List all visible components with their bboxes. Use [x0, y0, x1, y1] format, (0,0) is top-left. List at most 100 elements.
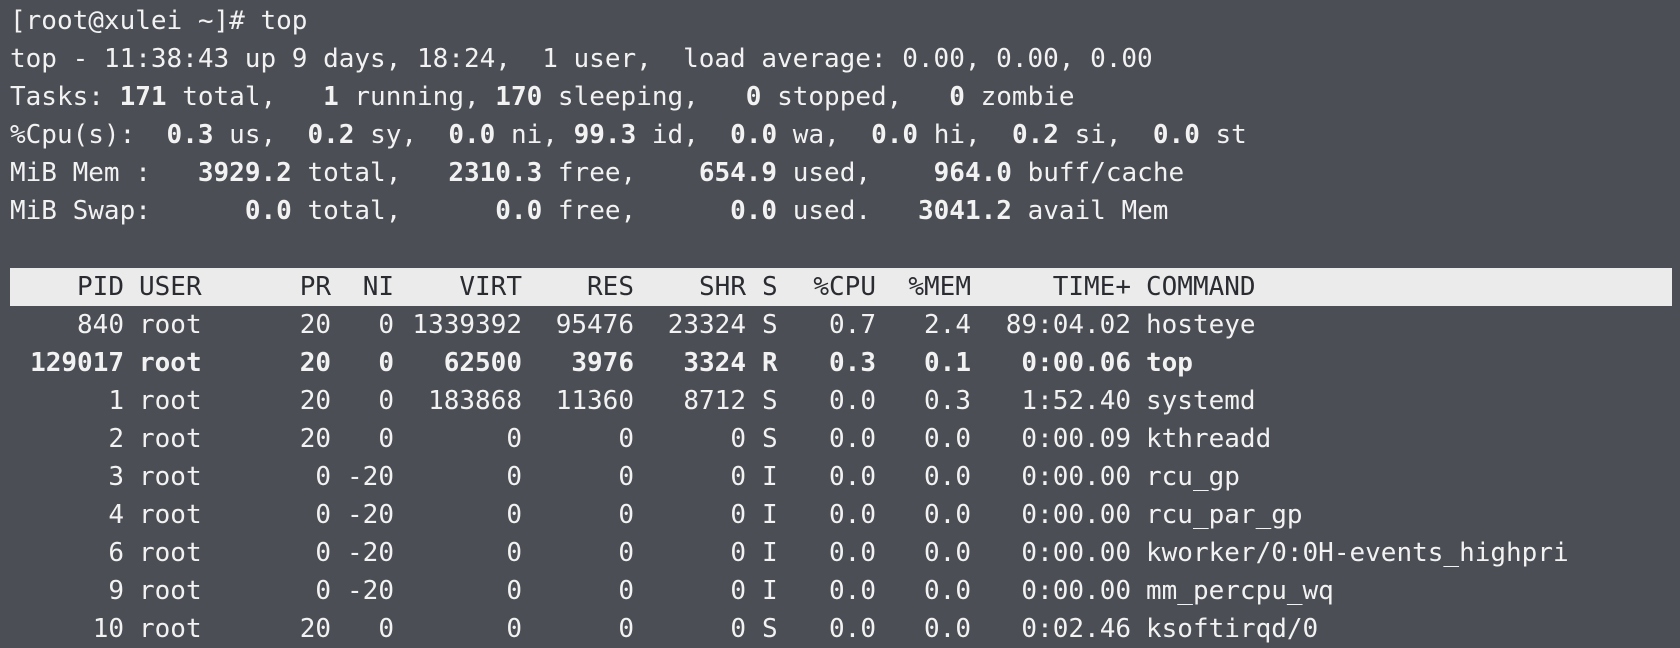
cell-res: 0 [618, 614, 634, 644]
column-header-mem: %MEM [908, 272, 971, 302]
cell-res: 11360 [555, 386, 634, 416]
tasks-total: 171 [119, 82, 167, 112]
swap-free-label: free, [557, 196, 637, 226]
cell-state: I [762, 500, 778, 530]
cell-pid: 2 [108, 424, 124, 454]
swap-total: 0.0 [244, 196, 292, 226]
tasks-total-label: total, [182, 82, 277, 112]
cell-ni: 0 [378, 424, 394, 454]
cell-res: 0 [618, 538, 634, 568]
mem-buff-label: buff/cache [1027, 158, 1185, 188]
column-header-user: USER [139, 272, 202, 302]
cell-res: 0 [618, 576, 634, 606]
cell-ni: -20 [347, 462, 394, 492]
cell-shr: 0 [730, 576, 746, 606]
cell-mem: 0.0 [924, 500, 971, 530]
cell-state: I [762, 538, 778, 568]
column-header-command: COMMAND [1146, 272, 1256, 302]
cell-state: I [762, 462, 778, 492]
tasks-zombie-label: zombie [980, 82, 1075, 112]
cell-shr: 0 [730, 614, 746, 644]
column-header-pr: PR [299, 272, 331, 302]
cpu-label: %Cpu(s): [10, 120, 136, 150]
cell-virt: 0 [506, 462, 522, 492]
cell-user: root [139, 538, 202, 568]
cell-ni: 0 [378, 386, 394, 416]
table-row[interactable]: 1 root 20 0 183868 11360 8712 S 0.0 0.3 1:52.40 sys… [0, 382, 1680, 420]
cell-shr: 0 [730, 462, 746, 492]
cell-mem: 0.0 [924, 576, 971, 606]
cell-virt: 1339392 [412, 310, 522, 340]
cell-command: systemd [1146, 386, 1256, 416]
cell-command: rcu_gp [1146, 462, 1240, 492]
cell-time: 0:00.06 [1021, 348, 1131, 378]
cell-state: I [762, 576, 778, 606]
cell-shr: 8712 [683, 386, 746, 416]
cell-virt: 0 [506, 424, 522, 454]
terminal-window[interactable]: [root@xulei ~]# top top - 11:38:43 up 9 … [0, 0, 1680, 644]
cell-ni: -20 [347, 576, 394, 606]
cell-pr: 20 [299, 386, 331, 416]
cell-state: S [762, 310, 778, 340]
cell-ni: 0 [378, 348, 394, 378]
cell-shr: 0 [730, 500, 746, 530]
column-header-res: RES [587, 272, 634, 302]
mem-used-label: used, [792, 158, 872, 188]
cell-mem: 0.0 [924, 538, 971, 568]
cell-user: root [139, 310, 202, 340]
cell-res: 3976 [571, 348, 634, 378]
swap-total-label: total, [307, 196, 402, 226]
swap-label: MiB Swap: [10, 196, 151, 226]
table-row[interactable]: 9 root 0 -20 0 0 0 I 0.0 0.0 0:00.00 mm_percpu_wq [0, 572, 1680, 610]
cell-user: root [139, 348, 202, 378]
cell-shr: 3324 [683, 348, 746, 378]
cpu-sy: 0.2 [307, 120, 355, 150]
table-row[interactable]: 6 root 0 -20 0 0 0 I 0.0 0.0 0:00.00 kworker/0:0H-e… [0, 534, 1680, 572]
cell-state: S [762, 614, 778, 644]
swap-avail-label: avail Mem [1027, 196, 1169, 226]
cell-command: hosteye [1146, 310, 1256, 340]
cell-pid: 9 [108, 576, 124, 606]
table-row[interactable]: 3 root 0 -20 0 0 0 I 0.0 0.0 0:00.00 rcu_gp [0, 458, 1680, 496]
cell-cpu: 0.0 [829, 424, 876, 454]
cell-res: 0 [618, 500, 634, 530]
cpu-si-label: si, [1074, 120, 1122, 150]
column-header-virt: VIRT [459, 272, 522, 302]
cell-pr: 0 [315, 462, 331, 492]
mem-free-label: free, [557, 158, 637, 188]
table-row[interactable]: 4 root 0 -20 0 0 0 I 0.0 0.0 0:00.00 rcu_par_gp [0, 496, 1680, 534]
tasks-running-label: running, [354, 82, 480, 112]
cell-pr: 0 [315, 500, 331, 530]
uptime-line: top - 11:38:43 up 9 days, 18:24, 1 user,… [10, 44, 1153, 74]
column-header-ni: NI [362, 272, 394, 302]
cell-user: root [139, 386, 202, 416]
table-row[interactable]: 840 root 20 0 1339392 95476 23324 S 0.7 2.4 89:04.… [0, 306, 1680, 344]
cell-state: R [762, 348, 778, 378]
tasks-running: 1 [323, 82, 339, 112]
tasks-zombie: 0 [949, 82, 965, 112]
column-header-pid: PID [77, 272, 124, 302]
shell-prompt: [root@xulei ~]# top [10, 6, 308, 36]
cell-virt: 0 [506, 614, 522, 644]
cell-shr: 0 [730, 538, 746, 568]
mem-total: 3929.2 [197, 158, 292, 188]
cell-pid: 129017 [30, 348, 124, 378]
cell-ni: -20 [347, 500, 394, 530]
cell-mem: 0.1 [924, 348, 971, 378]
cpu-wa-label: wa, [792, 120, 840, 150]
table-row[interactable]: 129017 root 20 0 62500 3976 3324 R 0.3 0.1 0:00.06… [0, 344, 1680, 382]
cpu-ni-label: ni, [510, 120, 558, 150]
cell-cpu: 0.0 [829, 614, 876, 644]
table-row[interactable]: 2 root 20 0 0 0 0 S 0.0 0.0 0:00.09 kthreadd [0, 420, 1680, 458]
cell-command: kthreadd [1146, 424, 1272, 454]
cell-pid: 10 [92, 614, 124, 644]
cell-time: 0:00.00 [1021, 462, 1131, 492]
cpu-id-label: id, [651, 120, 699, 150]
cell-time: 1:52.40 [1021, 386, 1131, 416]
cell-time: 0:00.00 [1021, 576, 1131, 606]
column-header-shr: SHR [699, 272, 746, 302]
cell-command: kworker/0:0H-events_highpri [1146, 538, 1569, 568]
cell-pr: 20 [299, 310, 331, 340]
cell-cpu: 0.0 [829, 576, 876, 606]
table-row[interactable]: 10 root 20 0 0 0 0 S 0.0 0.0 0:02.46 ksoftirqd/0 [0, 610, 1680, 648]
